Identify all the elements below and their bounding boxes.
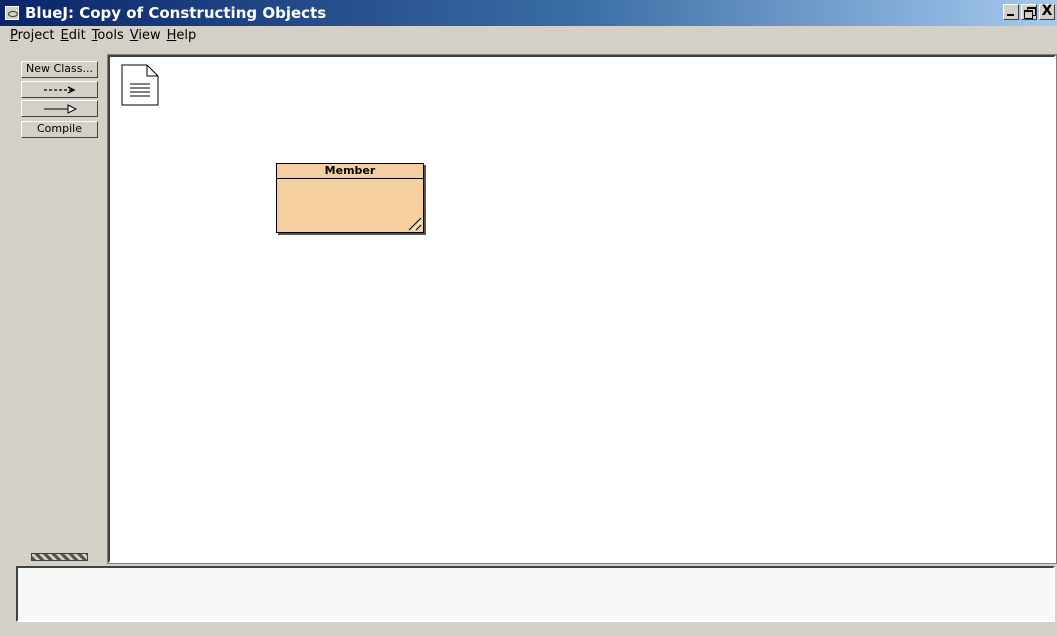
title-bar[interactable]: BlueJ: Copy of Constructing Objects X <box>0 0 1057 26</box>
menu-help[interactable]: Help <box>167 26 197 46</box>
inheritance-arrow-button[interactable] <box>21 100 98 117</box>
window-controls: X <box>1003 4 1055 20</box>
compile-button[interactable]: Compile <box>21 121 98 138</box>
inheritance-arrow-icon <box>22 101 97 116</box>
progress-indicator <box>31 553 88 561</box>
uses-arrow-icon <box>22 82 97 97</box>
menu-edit[interactable]: Edit <box>61 26 86 46</box>
bluej-app-icon[interactable] <box>5 6 19 20</box>
menu-view[interactable]: View <box>130 26 161 46</box>
new-class-button[interactable]: New Class... <box>21 61 98 78</box>
document-icon[interactable] <box>121 64 159 106</box>
uses-arrow-button[interactable] <box>21 81 98 98</box>
class-diagram-canvas[interactable]: Member <box>107 54 1057 564</box>
resize-handle-icon[interactable] <box>406 215 422 231</box>
window-title: BlueJ: Copy of Constructing Objects <box>25 4 327 22</box>
close-button[interactable]: X <box>1039 4 1055 20</box>
restore-button[interactable] <box>1021 4 1037 20</box>
class-name: Member <box>277 164 423 179</box>
class-member[interactable]: Member <box>276 163 424 233</box>
menu-tools[interactable]: Tools <box>92 26 124 46</box>
minimize-button[interactable] <box>1003 4 1019 20</box>
menu-project[interactable]: Project <box>10 26 55 46</box>
message-area <box>16 566 1055 622</box>
menu-bar: Project Edit Tools View Help <box>0 26 1057 46</box>
